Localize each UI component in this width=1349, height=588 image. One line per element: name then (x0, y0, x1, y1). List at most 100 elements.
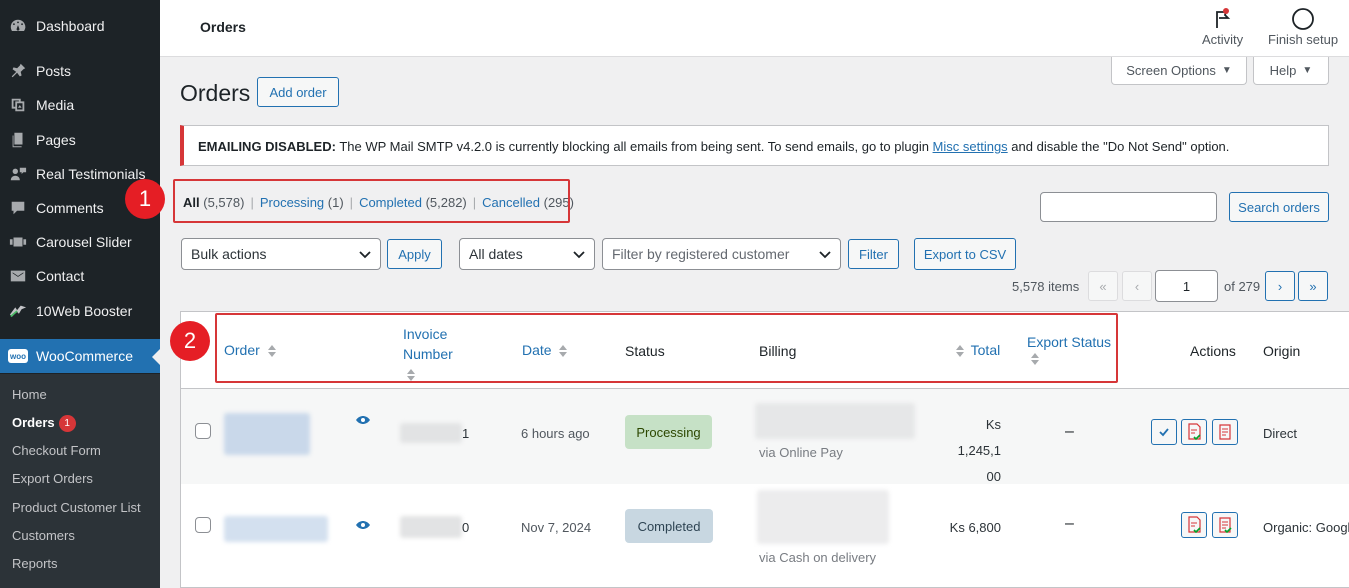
billing-redacted (755, 403, 915, 439)
submenu-item-export-orders[interactable]: Export Orders (12, 471, 93, 486)
sidebar-item-label: WooCommerce (36, 348, 133, 364)
notice-label: EMAILING DISABLED: (198, 139, 336, 154)
column-origin: Origin (1263, 343, 1301, 359)
envelope-icon (8, 266, 28, 286)
sidebar-item-10web-booster[interactable]: 10Web Booster (0, 294, 160, 328)
sidebar-item-label: Carousel Slider (36, 234, 132, 250)
checkmark-icon (1159, 428, 1169, 437)
export-csv-button[interactable]: Export to CSV (914, 238, 1016, 270)
media-icon (8, 95, 28, 115)
sidebar-item-label: Comments (36, 200, 104, 216)
total-pages: of 279 (1224, 279, 1261, 294)
first-page-button[interactable]: « (1088, 271, 1118, 301)
status-badge: Processing (625, 415, 712, 449)
order-link-redacted[interactable] (224, 413, 310, 455)
order-date: Nov 7, 2024 (521, 520, 592, 535)
submenu-item-customers[interactable]: Customers (12, 528, 75, 543)
annotation-marker-1: 1 (125, 179, 165, 219)
current-page-input[interactable]: 1 (1155, 270, 1218, 302)
sidebar-item-posts[interactable]: Posts (0, 54, 160, 88)
customer-filter-select[interactable]: Filter by registered customer (602, 238, 841, 270)
orders-count-badge: 1 (58, 415, 76, 432)
bulk-actions-select[interactable]: Bulk actions (181, 238, 381, 270)
table-row: 1 6 hours ago Processing via Online Pay … (181, 389, 1349, 484)
billing-method: via Cash on delivery (759, 550, 877, 565)
invoice-icon (1188, 516, 1201, 534)
breadcrumb: Orders (200, 19, 246, 35)
caret-down-icon: ▼ (1221, 65, 1232, 76)
export-status-value: – (1065, 423, 1074, 440)
submenu-item-product-customer-list[interactable]: Product Customer List (12, 500, 141, 515)
sidebar-item-label: Media (36, 97, 75, 113)
invoice-suffix: 0 (462, 520, 470, 535)
next-page-button[interactable]: › (1265, 271, 1295, 301)
caret-down-icon: ▼ (1302, 65, 1313, 76)
submenu-item-orders[interactable]: Orders 1 (12, 415, 76, 432)
dashboard-icon (8, 16, 28, 36)
order-date: 6 hours ago (521, 426, 590, 441)
progress-circle-icon (1291, 6, 1315, 32)
help-button[interactable]: Help ▼ (1253, 57, 1329, 85)
row-checkbox[interactable] (195, 423, 211, 439)
page-title: Orders (180, 80, 251, 106)
emailing-disabled-notice: EMAILING DISABLED: The WP Mail SMTP v4.2… (180, 125, 1329, 166)
items-count: 5,578 items (1012, 279, 1080, 294)
screen-options-button[interactable]: Screen Options ▼ (1111, 57, 1247, 85)
annotation-box-status-links (173, 179, 570, 223)
filter-button[interactable]: Filter (848, 239, 899, 269)
sidebar-item-woocommerce[interactable]: woo WooCommerce (0, 339, 160, 373)
submenu-item-reports[interactable]: Reports (12, 556, 58, 571)
packing-slip-button[interactable] (1212, 512, 1238, 538)
row-checkbox[interactable] (195, 517, 211, 533)
sidebar-item-contact[interactable]: Contact (0, 259, 160, 293)
annotation-marker-2: 2 (170, 321, 210, 361)
status-badge: Completed (625, 509, 713, 543)
order-origin: Direct (1263, 426, 1297, 441)
dates-select[interactable]: All dates (459, 238, 595, 270)
order-link-redacted[interactable] (224, 516, 328, 542)
search-orders-button[interactable]: Search orders (1229, 192, 1329, 222)
submenu-item-checkout-form[interactable]: Checkout Form (12, 443, 101, 458)
annotation-box-table-columns (215, 313, 1118, 383)
export-status-value: – (1065, 515, 1074, 532)
packing-slip-button[interactable] (1212, 419, 1238, 445)
complete-order-button[interactable] (1151, 419, 1177, 445)
flag-icon (1212, 6, 1234, 32)
invoice-pdf-button[interactable] (1181, 512, 1207, 538)
billing-redacted (757, 490, 889, 544)
submenu-item-home[interactable]: Home (12, 387, 47, 402)
submenu-item-label: Orders (12, 415, 55, 430)
finish-setup-button[interactable]: Finish setup (1268, 6, 1338, 47)
eye-icon[interactable] (355, 520, 371, 530)
invoice-number-redacted (400, 423, 462, 443)
chevron-down-icon (359, 251, 371, 259)
total-line: Ks 1,245,1 (957, 417, 1001, 458)
woo-icon: woo (8, 349, 28, 363)
sidebar-item-carousel-slider[interactable]: Carousel Slider (0, 225, 160, 259)
admin-sidebar: Dashboard Posts Media Pages Real Testimo… (0, 0, 160, 588)
apply-button[interactable]: Apply (387, 239, 442, 269)
invoice-pdf-button[interactable] (1181, 419, 1207, 445)
help-label: Help (1269, 63, 1297, 78)
misc-settings-link[interactable]: Misc settings (933, 139, 1008, 154)
eye-icon[interactable] (355, 415, 371, 425)
finish-setup-label: Finish setup (1268, 32, 1339, 47)
packing-slip-icon (1219, 424, 1231, 440)
activity-button[interactable]: Activity (1202, 6, 1243, 47)
sidebar-item-pages[interactable]: Pages (0, 123, 160, 157)
prev-page-button[interactable]: ‹ (1122, 271, 1152, 301)
sidebar-item-dashboard[interactable]: Dashboard (0, 9, 160, 43)
last-page-button[interactable]: » (1298, 271, 1328, 301)
packing-slip-icon (1219, 517, 1232, 534)
order-total: Ks 1,245,1 00 (943, 412, 1001, 490)
dates-value: All dates (469, 246, 523, 262)
top-bar: Orders Activity Finish setup (160, 0, 1349, 57)
customer-filter-placeholder: Filter by registered customer (612, 246, 790, 262)
sidebar-item-media[interactable]: Media (0, 88, 160, 122)
invoice-suffix: 1 (462, 426, 470, 441)
screen-options-label: Screen Options (1126, 63, 1216, 78)
add-order-button[interactable]: Add order (257, 77, 339, 107)
search-orders-input[interactable] (1040, 192, 1217, 222)
invoice-icon (1188, 423, 1201, 441)
sidebar-item-label: Pages (36, 132, 76, 148)
